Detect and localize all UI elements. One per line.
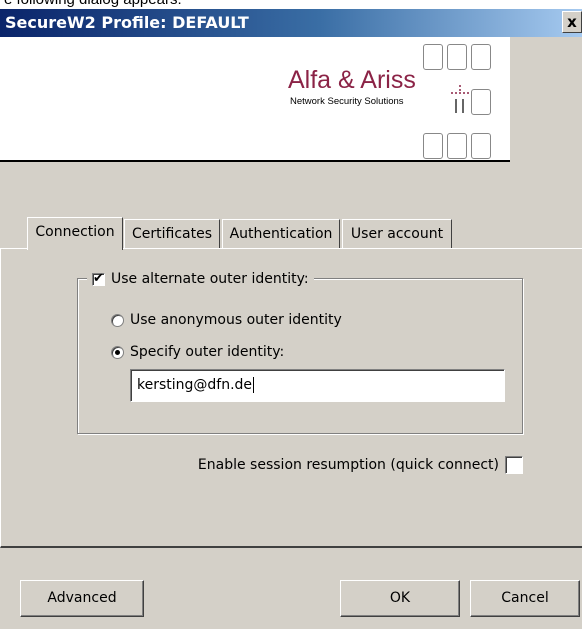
alternate-identity-checkbox-row[interactable]: ✔ Use alternate outer identity: [87,268,314,290]
radio-anonymous-label: Use anonymous outer identity [130,312,342,328]
radio-anonymous-row[interactable]: Use anonymous outer identity [111,309,342,331]
radio-specify[interactable] [111,345,124,359]
alternate-identity-checkbox[interactable]: ✔ [92,270,105,286]
checkmark-icon: ✔ [93,270,104,286]
close-button[interactable]: x [562,11,582,33]
logo-name: Alfa & Ariss [288,66,416,94]
close-icon: x [567,13,577,31]
ok-button[interactable]: OK [340,580,460,617]
radio-anonymous[interactable] [111,313,124,327]
radio-specify-row[interactable]: Specify outer identity: [111,341,284,363]
tab-user-account[interactable]: User account [342,219,452,249]
window-title: SecureW2 Profile: DEFAULT [5,13,249,32]
alternate-identity-label: Use alternate outer identity: [111,271,309,287]
outer-identity-input[interactable]: kersting@dfn.de [130,369,505,402]
session-resumption-label: Enable session resumption (quick connect… [197,457,499,473]
session-resumption-checkbox[interactable] [505,456,523,474]
cancel-button[interactable]: Cancel [470,580,580,617]
tab-certificates[interactable]: Certificates [124,219,220,249]
title-bar[interactable]: SecureW2 Profile: DEFAULT x [0,9,582,37]
tab-authentication[interactable]: Authentication [222,219,340,249]
radio-selected-dot [115,349,120,355]
document-caption: e following dialog appears: [0,0,582,9]
radio-specify-label: Specify outer identity: [130,344,285,360]
logo-tagline: Network Security Solutions [290,96,404,107]
text-caret [253,377,255,393]
advanced-button[interactable]: Advanced [20,580,144,617]
session-resumption-row[interactable]: Enable session resumption (quick connect… [198,454,523,476]
tab-connection[interactable]: Connection [27,217,123,250]
logo-glyph-icon [451,85,469,113]
